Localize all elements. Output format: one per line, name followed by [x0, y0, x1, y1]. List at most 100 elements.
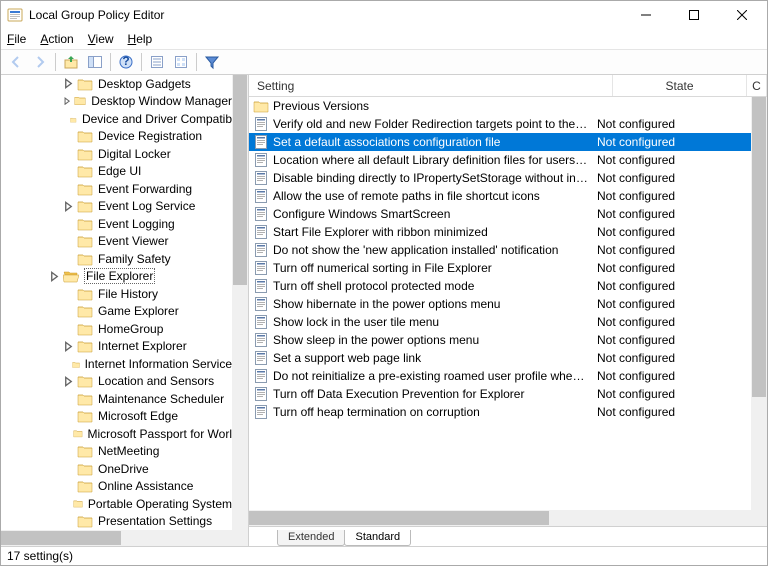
folder-icon	[77, 217, 93, 231]
tree-node[interactable]: HomeGroup	[1, 320, 232, 338]
folder-icon	[77, 444, 93, 458]
list-row[interactable]: Do not reinitialize a pre-existing roame…	[249, 367, 751, 385]
tab-standard[interactable]: Standard	[344, 530, 411, 546]
tree-node[interactable]: Online Assistance	[1, 478, 232, 496]
folder-icon	[77, 339, 93, 353]
tree-node[interactable]: Microsoft Edge	[1, 408, 232, 426]
tree-node[interactable]: OneDrive	[1, 460, 232, 478]
folder-icon	[73, 497, 83, 511]
tree-node[interactable]: Event Viewer	[1, 233, 232, 251]
tab-extended[interactable]: Extended	[277, 530, 345, 546]
menu-action[interactable]: Action	[40, 32, 73, 46]
tree-node-label: Desktop Gadgets	[98, 77, 191, 91]
back-button[interactable]	[5, 51, 27, 73]
list-row[interactable]: Show lock in the user tile menuNot confi…	[249, 313, 751, 331]
tree-node[interactable]: Event Forwarding	[1, 180, 232, 198]
tree-node[interactable]: Location and Sensors	[1, 373, 232, 391]
tree-node[interactable]: NetMeeting	[1, 443, 232, 461]
column-header-setting[interactable]: Setting	[249, 75, 613, 96]
tree-node[interactable]: Digital Locker	[1, 145, 232, 163]
help-button[interactable]: ?	[115, 51, 137, 73]
policy-icon	[253, 368, 269, 384]
tree-node-label: Digital Locker	[98, 147, 171, 161]
row-state: Not configured	[597, 225, 731, 239]
column-header-state[interactable]: State	[613, 75, 747, 96]
list-row[interactable]: Verify old and new Folder Redirection ta…	[249, 115, 751, 133]
maximize-button[interactable]	[679, 5, 709, 25]
list-row[interactable]: Start File Explorer with ribbon minimize…	[249, 223, 751, 241]
list-row[interactable]: Do not show the 'new application install…	[249, 241, 751, 259]
list-row[interactable]: Set a support web page linkNot configure…	[249, 349, 751, 367]
menu-help[interactable]: Help	[128, 32, 153, 46]
tree-node[interactable]: Device Registration	[1, 128, 232, 146]
tree-node[interactable]: Desktop Gadgets	[1, 75, 232, 93]
show-hide-tree-button[interactable]	[84, 51, 106, 73]
expand-icon[interactable]	[63, 341, 74, 352]
policy-icon	[253, 404, 269, 420]
row-state: Not configured	[597, 333, 731, 347]
list-horizontal-scrollbar[interactable]	[249, 510, 767, 526]
status-text: 17 setting(s)	[7, 549, 73, 563]
tree-vertical-scrollbar[interactable]	[232, 75, 248, 530]
list-row[interactable]: Location where all default Library defin…	[249, 151, 751, 169]
list-row[interactable]: Turn off numerical sorting in File Explo…	[249, 259, 751, 277]
tree-node[interactable]: Presentation Settings	[1, 513, 232, 531]
expand-icon[interactable]	[63, 78, 74, 89]
close-button[interactable]	[727, 5, 757, 25]
options-2-button[interactable]	[170, 51, 192, 73]
tree-node[interactable]: Game Explorer	[1, 303, 232, 321]
tree-horizontal-scrollbar[interactable]	[1, 530, 232, 546]
tree-node[interactable]: Device and Driver Compatib	[1, 110, 232, 128]
tree-node[interactable]: Internet Explorer	[1, 338, 232, 356]
tree-node[interactable]: Family Safety	[1, 250, 232, 268]
row-state: Not configured	[597, 261, 731, 275]
tree-node[interactable]: File History	[1, 285, 232, 303]
list-row[interactable]: Set a default associations configuration…	[249, 133, 751, 151]
tree-node-label: Event Viewer	[98, 234, 168, 248]
list-row[interactable]: Turn off shell protocol protected modeNo…	[249, 277, 751, 295]
tree-node[interactable]: Internet Information Service	[1, 355, 232, 373]
up-button[interactable]	[60, 51, 82, 73]
list-row[interactable]: Allow the use of remote paths in file sh…	[249, 187, 751, 205]
tree-node[interactable]: Microsoft Passport for Worl	[1, 425, 232, 443]
options-1-button[interactable]	[146, 51, 168, 73]
list-row[interactable]: Show hibernate in the power options menu…	[249, 295, 751, 313]
list-row[interactable]: Turn off Data Execution Prevention for E…	[249, 385, 751, 403]
tree-node[interactable]: Event Log Service	[1, 198, 232, 216]
tree-node[interactable]: Event Logging	[1, 215, 232, 233]
row-setting: Allow the use of remote paths in file sh…	[273, 189, 597, 203]
list-row[interactable]: Show sleep in the power options menuNot …	[249, 331, 751, 349]
list-row[interactable]: Disable binding directly to IPropertySet…	[249, 169, 751, 187]
menu-file[interactable]: File	[7, 32, 26, 46]
expand-icon[interactable]	[63, 96, 71, 107]
forward-button[interactable]	[29, 51, 51, 73]
expand-icon[interactable]	[49, 271, 60, 282]
app-icon	[7, 7, 23, 23]
tree-node[interactable]: File Explorer	[1, 268, 232, 286]
filter-button[interactable]	[201, 51, 223, 73]
folder-icon	[77, 164, 93, 178]
tree-node-label: Event Forwarding	[98, 182, 192, 196]
tree-node-label: Microsoft Passport for Worl	[88, 427, 232, 441]
row-setting: Previous Versions	[273, 99, 597, 113]
list-row[interactable]: Previous Versions	[249, 97, 751, 115]
row-state: Not configured	[597, 351, 731, 365]
policy-icon	[253, 224, 269, 240]
list-row[interactable]: Configure Windows SmartScreenNot configu…	[249, 205, 751, 223]
tree-node[interactable]: Edge UI	[1, 163, 232, 181]
list-vertical-scrollbar[interactable]	[751, 97, 767, 510]
folder-icon	[77, 322, 93, 336]
tree-node[interactable]: Desktop Window Manager	[1, 93, 232, 111]
tree-node[interactable]: Maintenance Scheduler	[1, 390, 232, 408]
list-row[interactable]: Turn off heap termination on corruptionN…	[249, 403, 751, 421]
tree-node[interactable]: Portable Operating System	[1, 495, 232, 513]
expand-icon[interactable]	[63, 201, 74, 212]
expand-icon[interactable]	[63, 376, 74, 387]
folder-icon	[74, 94, 86, 108]
minimize-button[interactable]	[631, 5, 661, 25]
menu-view[interactable]: View	[88, 32, 114, 46]
folder-icon	[77, 392, 93, 406]
tree[interactable]: Desktop GadgetsDesktop Window ManagerDev…	[1, 75, 248, 530]
title-bar: Local Group Policy Editor	[1, 1, 767, 29]
column-header-c[interactable]: C	[747, 75, 767, 96]
